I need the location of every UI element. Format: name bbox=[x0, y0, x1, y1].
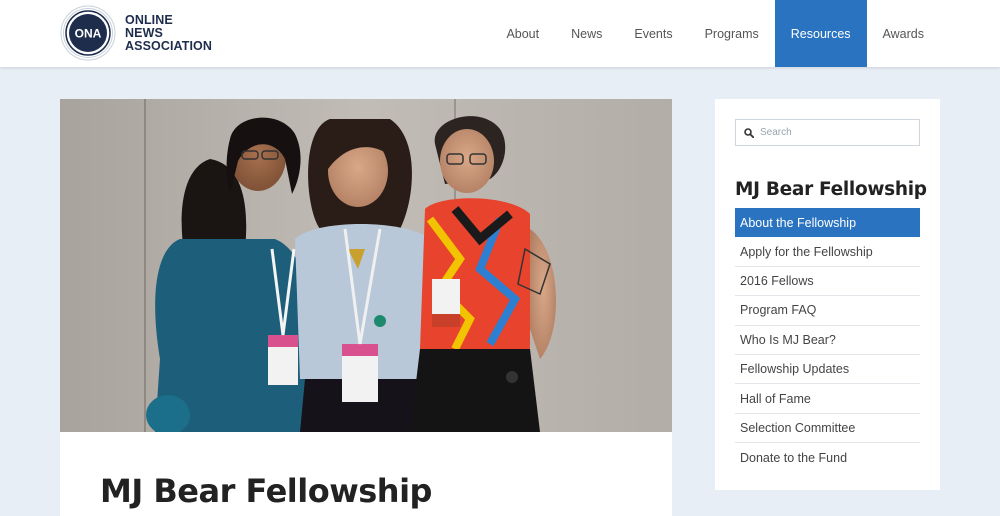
nav-events[interactable]: Events bbox=[618, 0, 688, 67]
sidebar-item-about-the-fellowship[interactable]: About the Fellowship bbox=[735, 208, 920, 238]
sidebar-item-who-is-mj-bear[interactable]: Who Is MJ Bear? bbox=[735, 326, 920, 355]
site-header: ONA ONLINE NEWS ASSOCIATION About News E… bbox=[0, 0, 1000, 67]
logo-wordmark: ONLINE NEWS ASSOCIATION bbox=[125, 12, 212, 53]
sidebar-item-donate[interactable]: Donate to the Fund bbox=[735, 443, 920, 472]
search-input[interactable] bbox=[760, 127, 910, 138]
logo-line-1: ONLINE NEWS bbox=[125, 12, 173, 40]
nav-resources[interactable]: Resources bbox=[774, 0, 867, 67]
sidebar-item-fellowship-updates[interactable]: Fellowship Updates bbox=[735, 355, 920, 385]
sidebar-item-hall-of-fame[interactable]: Hall of Fame bbox=[735, 384, 920, 414]
page-title: MJ Bear Fellowship bbox=[100, 472, 432, 510]
nav-about[interactable]: About bbox=[490, 0, 555, 67]
nav-news[interactable]: News bbox=[555, 0, 618, 67]
sidebar-item-apply[interactable]: Apply for the Fellowship bbox=[735, 237, 920, 267]
search-icon bbox=[744, 127, 754, 138]
ona-logo[interactable]: ONA ONLINE NEWS ASSOCIATION bbox=[60, 3, 212, 63]
sidebar-title: MJ Bear Fellowship bbox=[735, 179, 927, 200]
ona-logo-badge: ONA bbox=[60, 5, 116, 61]
logo-line-2: ASSOCIATION bbox=[125, 38, 212, 53]
logo-badge-text: ONA bbox=[75, 27, 102, 41]
main-nav: About News Events Programs Resources Awa… bbox=[490, 0, 940, 67]
content-card: MJ Bear Fellowship bbox=[60, 432, 672, 516]
search-box[interactable] bbox=[735, 119, 920, 146]
hero-photo bbox=[60, 99, 672, 432]
nav-programs[interactable]: Programs bbox=[689, 0, 775, 67]
sidebar-item-program-faq[interactable]: Program FAQ bbox=[735, 296, 920, 326]
sidebar-item-2016-fellows[interactable]: 2016 Fellows bbox=[735, 267, 920, 297]
nav-awards[interactable]: Awards bbox=[867, 0, 940, 67]
sidebar-menu: About the Fellowship Apply for the Fello… bbox=[735, 208, 920, 473]
sidebar-item-selection-committee[interactable]: Selection Committee bbox=[735, 414, 920, 444]
sidebar: MJ Bear Fellowship About the Fellowship … bbox=[715, 99, 940, 490]
